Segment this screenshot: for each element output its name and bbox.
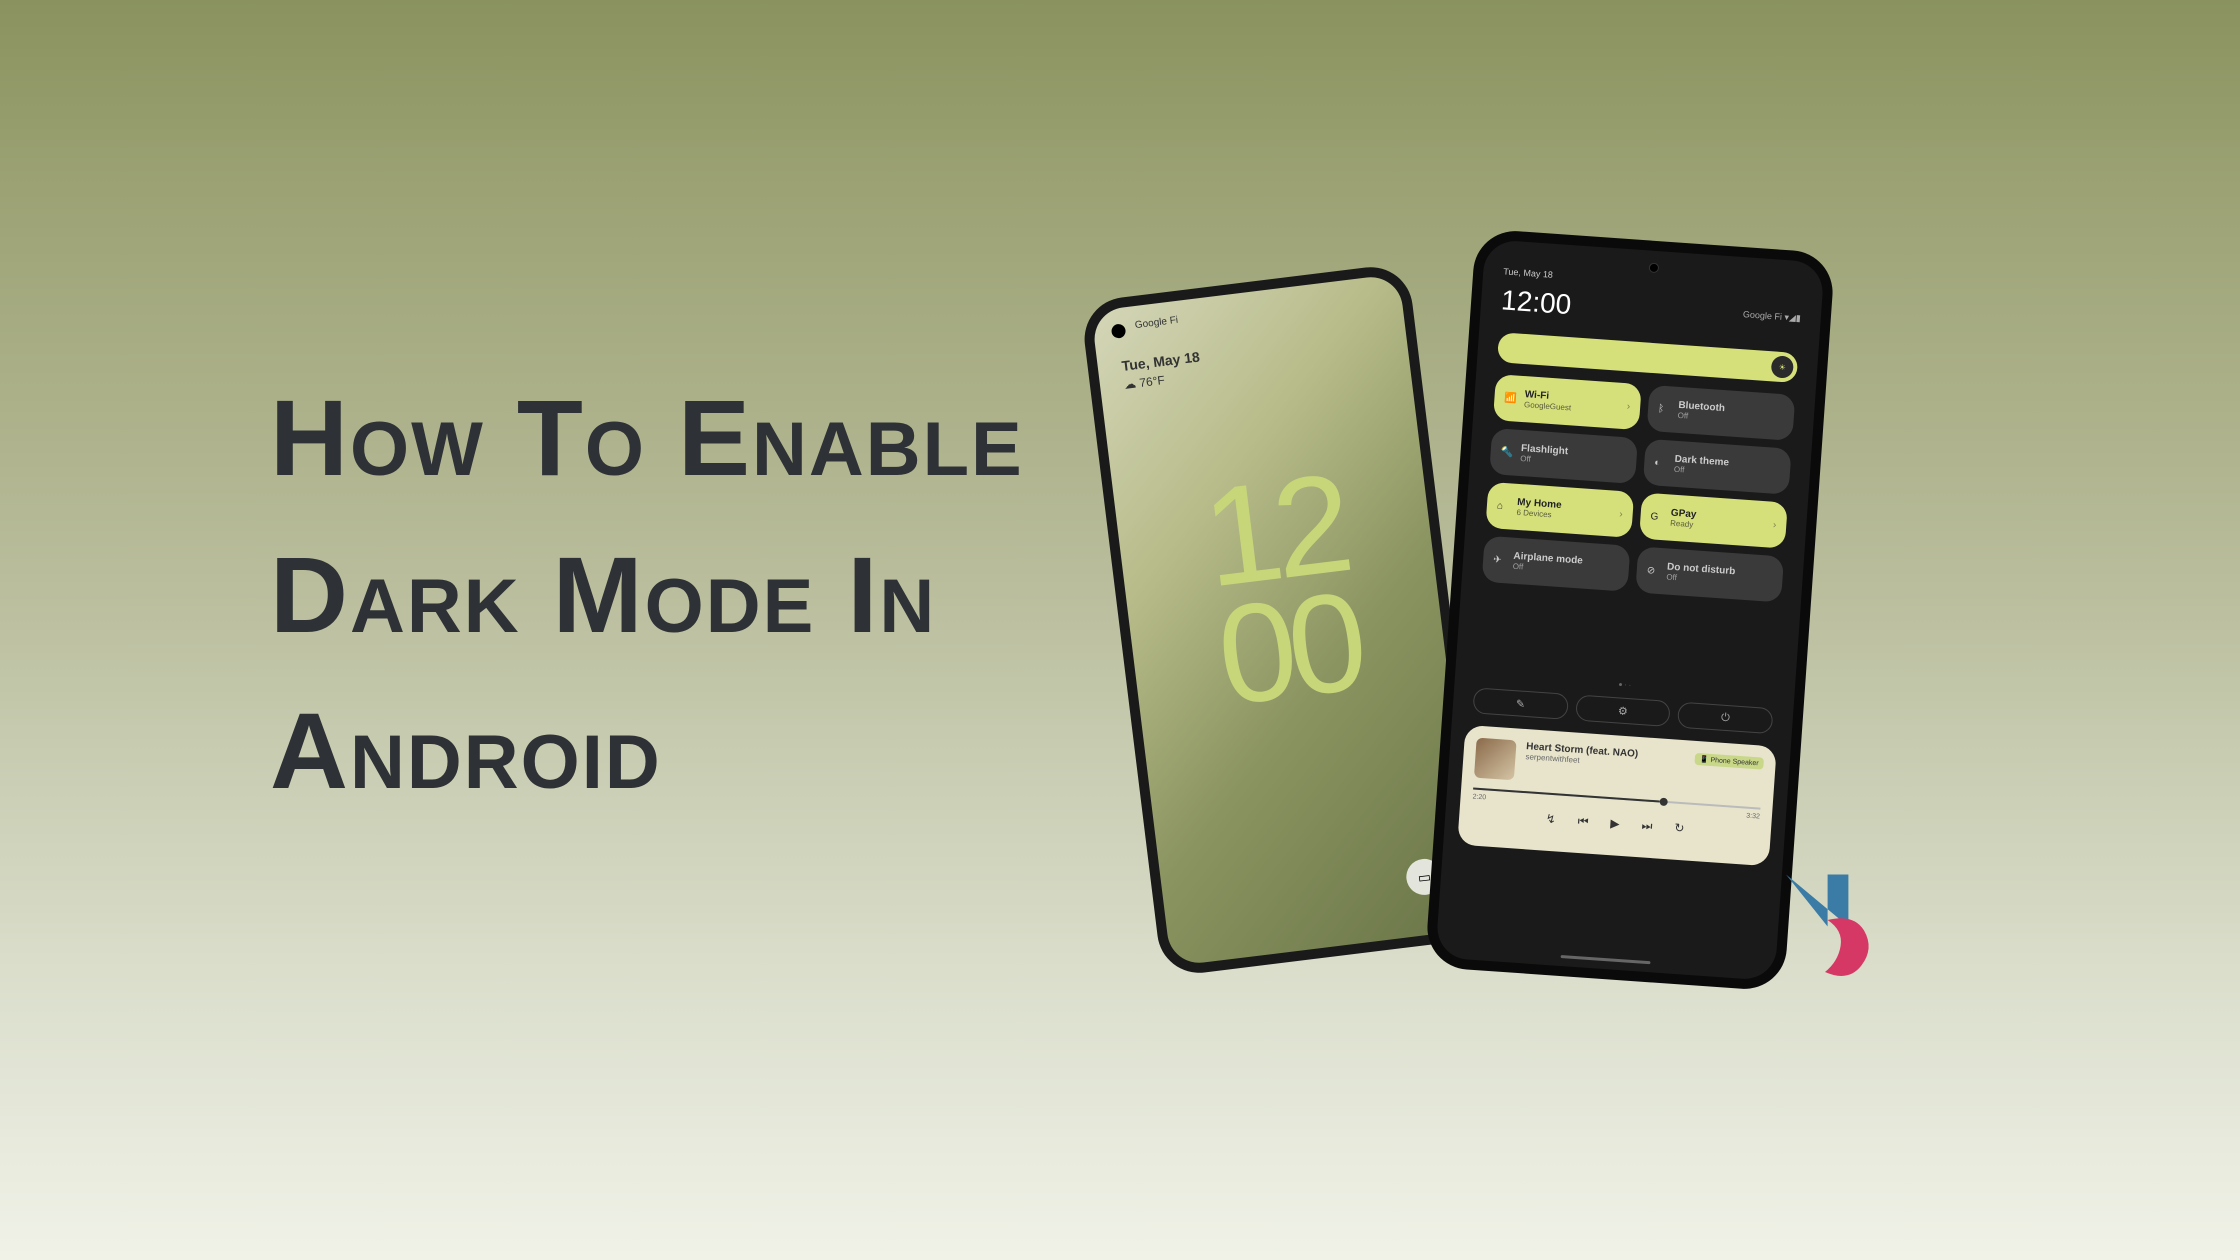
repeat-icon[interactable]: ↻ <box>1674 821 1685 837</box>
tile-icon: 📶 <box>1504 392 1517 404</box>
tile-icon: ᛒ <box>1658 403 1665 414</box>
media-output-badge[interactable]: 📱 Phone Speaker <box>1694 753 1764 770</box>
qs-tile-bluetooth[interactable]: ᛒBluetoothOff <box>1647 385 1796 441</box>
qs-time: 12:00 <box>1500 284 1572 321</box>
settings-button[interactable]: ⚙ <box>1575 694 1671 727</box>
brightness-slider[interactable]: ☀ <box>1497 332 1798 383</box>
qs-tile-airplane-mode[interactable]: ✈Airplane modeOff <box>1482 536 1631 592</box>
lockscreen-clock: 12 00 <box>1197 463 1365 716</box>
media-time-current: 2:20 <box>1472 793 1486 801</box>
previous-icon[interactable]: ⏮ <box>1577 814 1589 830</box>
date-weather-widget: Tue, May 18 ☁ 76°F <box>1121 349 1203 392</box>
hero-title: How To Enable Dark Mode In Android <box>270 360 1024 830</box>
chevron-right-icon: › <box>1773 519 1777 530</box>
tile-icon: 🔦 <box>1500 446 1513 458</box>
media-player-card[interactable]: Heart Storm (feat. NAO) serpentwithfeet … <box>1457 725 1777 866</box>
album-art-icon <box>1474 738 1517 781</box>
camera-hole-icon <box>1111 323 1127 339</box>
title-line-2: Dark Mode In <box>270 517 1024 674</box>
tile-icon: ◐ <box>1654 457 1661 468</box>
edit-tiles-button[interactable]: ✎ <box>1472 687 1568 720</box>
phone-mockups: Google Fi Tue, May 18 ☁ 76°F 12 00 ▭ Tue… <box>1080 240 1860 1060</box>
qs-tile-dark-theme[interactable]: ◐Dark themeOff <box>1643 439 1792 495</box>
brand-logo-icon <box>1760 855 1890 985</box>
shuffle-icon[interactable]: ↯ <box>1545 812 1556 828</box>
qs-tile-wi-fi[interactable]: 📶Wi-FiGoogleGuest› <box>1493 374 1642 430</box>
qs-tile-flashlight[interactable]: 🔦FlashlightOff <box>1489 428 1638 484</box>
tile-icon: ✈ <box>1493 554 1502 566</box>
qs-tile-do-not-disturb[interactable]: ⊘Do not disturbOff <box>1635 546 1784 602</box>
qs-tiles-grid: 📶Wi-FiGoogleGuest›ᛒBluetoothOff🔦Flashlig… <box>1482 374 1796 602</box>
status-bar-carrier: Google Fi <box>1134 315 1178 331</box>
tile-icon: G <box>1650 511 1659 523</box>
tile-icon: ⌂ <box>1497 500 1504 511</box>
title-line-3: Android <box>270 673 1024 830</box>
qs-tile-gpay[interactable]: GGPayReady› <box>1639 493 1788 549</box>
chevron-right-icon: › <box>1626 401 1630 412</box>
clock-minutes: 00 <box>1212 581 1365 716</box>
brightness-thumb-icon: ☀ <box>1771 355 1794 378</box>
tile-icon: ⊘ <box>1646 565 1655 577</box>
power-button[interactable]: ⏻ <box>1677 702 1773 735</box>
lockscreen: Google Fi Tue, May 18 ☁ 76°F 12 00 ▭ <box>1091 274 1479 967</box>
progress-thumb-icon <box>1660 798 1669 807</box>
media-time-total: 3:32 <box>1746 813 1760 821</box>
qs-carrier: Google Fi ▾◢▮ <box>1743 309 1802 324</box>
qs-tile-my-home[interactable]: ⌂My Home6 Devices› <box>1485 482 1634 538</box>
play-icon[interactable]: ▶ <box>1610 816 1620 832</box>
camera-hole-icon <box>1649 262 1660 273</box>
next-icon[interactable]: ⏭ <box>1641 818 1653 834</box>
status-date: Tue, May 18 <box>1503 266 1553 279</box>
chevron-right-icon: › <box>1619 509 1623 520</box>
phone-left-lockscreen: Google Fi Tue, May 18 ☁ 76°F 12 00 ▭ <box>1080 262 1490 977</box>
gesture-nav-bar <box>1561 955 1651 964</box>
title-line-1: How To Enable <box>270 360 1024 517</box>
